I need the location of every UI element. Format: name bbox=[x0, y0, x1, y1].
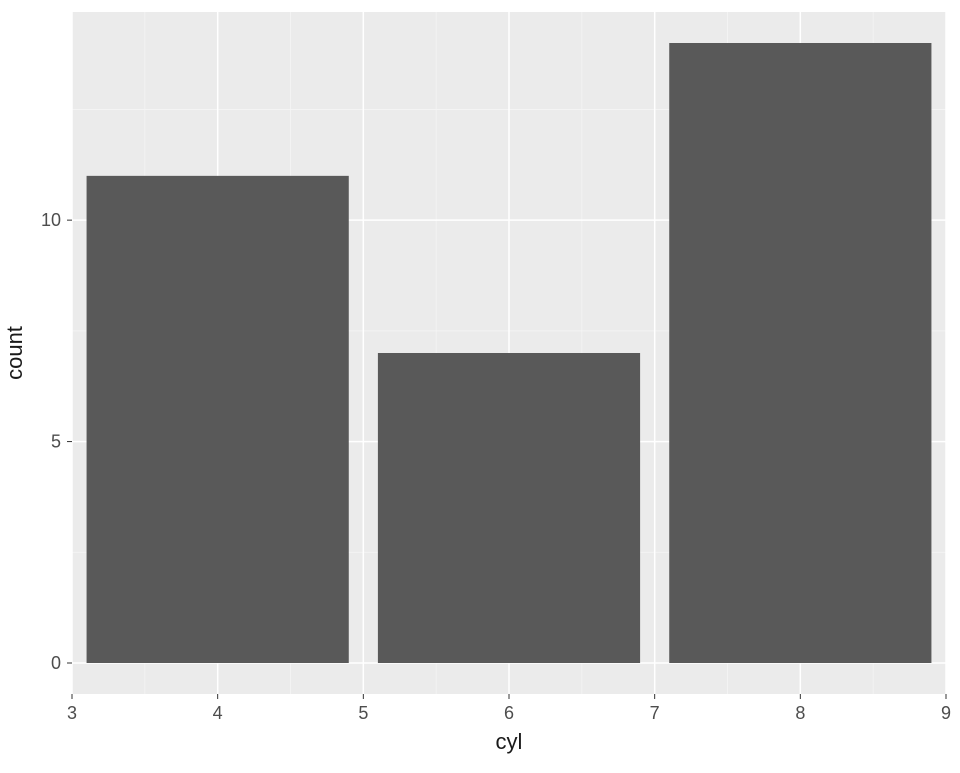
y-axis-title: count bbox=[2, 326, 27, 380]
y-tick-label: 10 bbox=[41, 210, 61, 230]
chart-container: 3 4 5 6 7 8 9 0 5 10 cyl count bbox=[0, 0, 960, 768]
x-axis-title: cyl bbox=[496, 729, 523, 754]
chart-svg: 3 4 5 6 7 8 9 0 5 10 cyl count bbox=[0, 0, 960, 768]
y-tick-label: 0 bbox=[51, 653, 61, 673]
bar bbox=[87, 176, 349, 663]
x-tick-label: 3 bbox=[67, 703, 77, 723]
bar bbox=[378, 353, 640, 663]
x-tick-label: 8 bbox=[795, 703, 805, 723]
bar bbox=[669, 43, 931, 663]
x-tick-label: 5 bbox=[358, 703, 368, 723]
x-tick-label: 4 bbox=[213, 703, 223, 723]
y-tick-label: 5 bbox=[51, 432, 61, 452]
x-tick-label: 9 bbox=[941, 703, 951, 723]
x-tick-label: 7 bbox=[650, 703, 660, 723]
x-tick-label: 6 bbox=[504, 703, 514, 723]
